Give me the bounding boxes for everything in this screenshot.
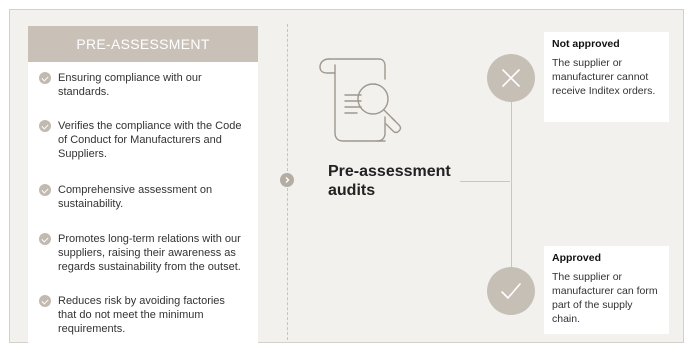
chevron-right-icon: [280, 173, 294, 187]
criteria-list: Ensuring compliance with our standards. …: [28, 62, 258, 336]
card-text: The supplier or manufacturer can form pa…: [552, 271, 658, 325]
diagram-frame: PRE-ASSESSMENT Ensuring compliance with …: [9, 9, 684, 343]
connector-horizontal: [460, 181, 510, 182]
list-item: Ensuring compliance with our standards.: [28, 71, 258, 99]
approved-card: Approved The supplier or manufacturer ca…: [544, 246, 669, 334]
cross-icon: [487, 54, 535, 102]
checkmark-icon: [487, 267, 535, 315]
connector-vertical: [511, 70, 512, 290]
list-item: Comprehensive assessment on sustainabili…: [28, 183, 258, 211]
check-bullet-icon: [39, 295, 51, 307]
pre-assessment-panel: PRE-ASSESSMENT Ensuring compliance with …: [28, 26, 258, 343]
center-title: Pre-assessment audits: [328, 162, 451, 200]
list-item-text: Verifies the compliance with the Code of…: [58, 120, 242, 160]
center-title-line: Pre-assessment: [328, 163, 451, 180]
list-item: Verifies the compliance with the Code of…: [28, 119, 258, 161]
check-bullet-icon: [39, 120, 51, 132]
list-item-text: Promotes long-term relations with our su…: [58, 233, 241, 273]
center-title-line: audits: [328, 182, 376, 199]
panel-header: PRE-ASSESSMENT: [28, 26, 258, 62]
document-search-icon: [315, 55, 407, 150]
check-bullet-icon: [39, 184, 51, 196]
list-item-text: Reduces risk by avoiding factories that …: [58, 295, 225, 335]
not-approved-card: Not approved The supplier or manufacture…: [544, 32, 669, 122]
list-item-text: Comprehensive assessment on sustainabili…: [58, 184, 213, 210]
list-item: Promotes long-term relations with our su…: [28, 232, 258, 274]
card-title: Approved: [552, 252, 602, 264]
check-bullet-icon: [39, 72, 51, 84]
list-item: Reduces risk by avoiding factories that …: [28, 294, 258, 336]
card-title: Not approved: [552, 38, 620, 50]
list-item-text: Ensuring compliance with our standards.: [58, 72, 202, 98]
check-bullet-icon: [39, 233, 51, 245]
card-text: The supplier or manufacturer cannot rece…: [552, 57, 656, 97]
